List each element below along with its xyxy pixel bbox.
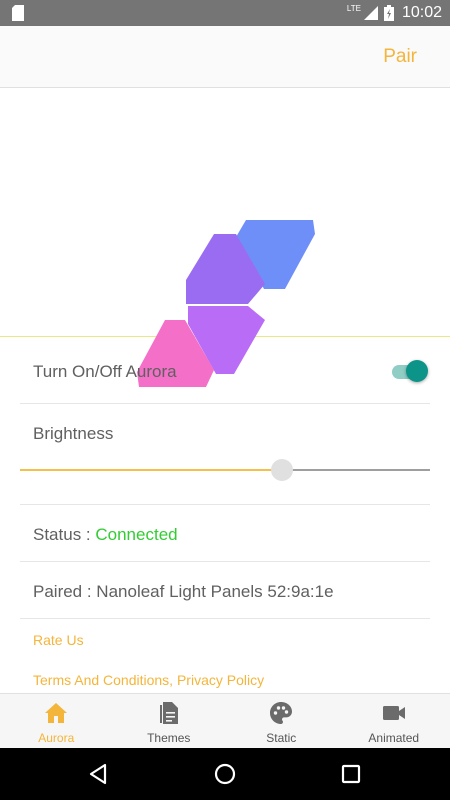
nav-themes[interactable]: Themes <box>113 694 226 748</box>
clock: 10:02 <box>401 4 442 21</box>
brightness-row: Brightness <box>20 404 430 505</box>
status-bar: LTE 10:02 <box>0 0 450 26</box>
nav-label: Static <box>266 731 297 745</box>
home-icon <box>45 703 68 723</box>
bottom-navigation: Aurora Themes Static Animated <box>0 693 450 748</box>
status-value: Connected <box>95 525 178 544</box>
brightness-slider[interactable] <box>20 459 430 481</box>
aurora-preview <box>0 88 450 387</box>
status-row: Status : Connected <box>20 505 430 562</box>
power-toggle[interactable] <box>390 360 428 382</box>
nav-animated[interactable]: Animated <box>338 694 450 748</box>
terms-privacy-link[interactable]: Terms And Conditions, Privacy Policy <box>33 672 264 688</box>
brightness-label: Brightness <box>33 424 114 443</box>
status-prefix: Status : <box>33 525 96 544</box>
toggle-thumb <box>406 360 428 382</box>
back-icon[interactable] <box>86 762 110 786</box>
home-button-icon[interactable] <box>213 762 237 786</box>
slider-thumb[interactable] <box>271 459 294 481</box>
nav-label: Animated <box>368 731 420 745</box>
signal-icon <box>363 6 378 20</box>
palette-icon <box>270 702 293 724</box>
app-bar: Pair <box>0 26 450 88</box>
paired-row: Paired : Nanoleaf Light Panels 52:9a:1e <box>20 562 430 619</box>
battery-icon <box>383 5 394 21</box>
rate-us-link[interactable]: Rate Us <box>33 632 84 648</box>
nav-label: Themes <box>147 731 191 745</box>
nav-aurora[interactable]: Aurora <box>0 694 113 748</box>
power-row: Turn On/Off Aurora <box>20 338 430 404</box>
document-icon <box>159 702 178 724</box>
slider-fill <box>20 469 283 471</box>
videocam-icon <box>382 706 405 720</box>
nav-label: Aurora <box>38 731 75 745</box>
sd-card-icon <box>12 5 24 21</box>
nav-static[interactable]: Static <box>225 694 338 748</box>
paired-device-text: Paired : Nanoleaf Light Panels 52:9a:1e <box>33 582 334 601</box>
system-navigation-bar <box>0 748 450 800</box>
recents-icon[interactable] <box>339 762 363 786</box>
slider-track <box>282 469 430 471</box>
power-label: Turn On/Off Aurora <box>33 362 177 381</box>
network-type: LTE <box>346 3 361 13</box>
status-text: Status : Connected <box>33 525 178 545</box>
pair-button[interactable]: Pair <box>383 46 417 68</box>
